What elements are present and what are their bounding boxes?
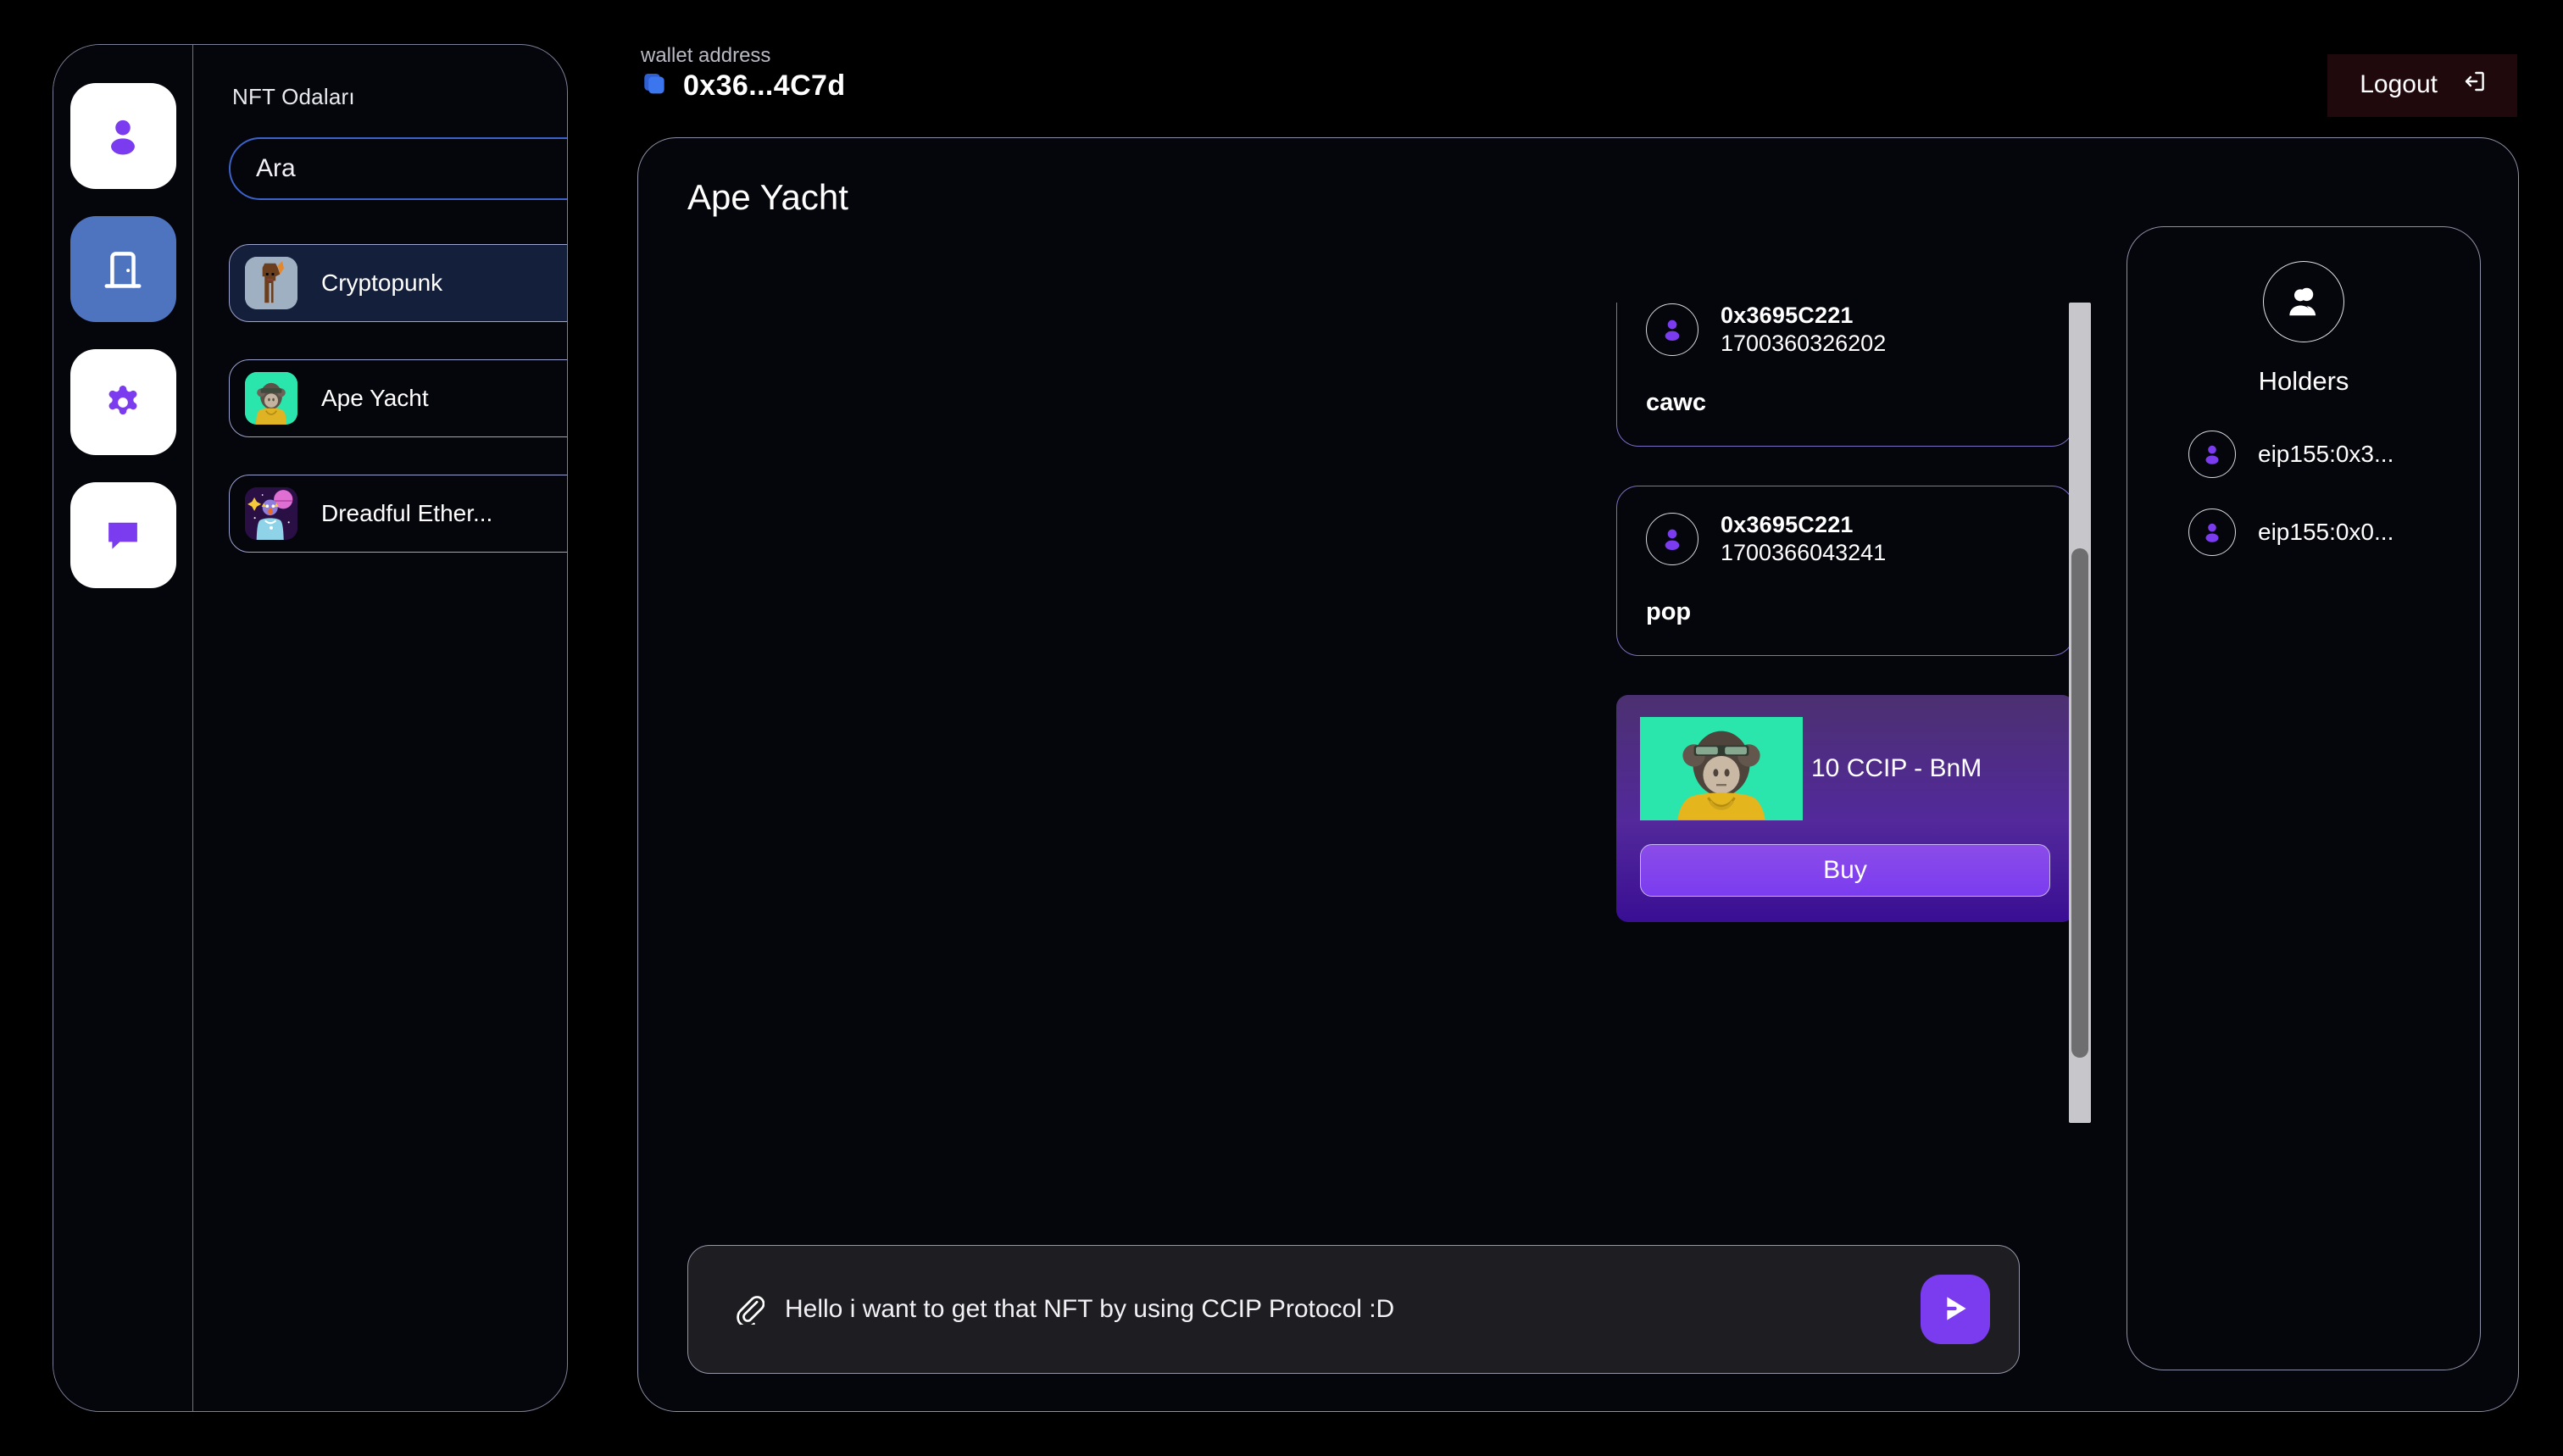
right-side: wallet address 0x36...4C7d Logout Ape Ya… <box>568 44 2519 1412</box>
message-meta: 0x3695C221 1700360326202 <box>1721 303 1886 357</box>
wallet-label: wallet address <box>641 44 771 67</box>
message-composer <box>687 1245 2020 1374</box>
holders-icon <box>2263 261 2344 342</box>
rooms-panel: NFT Odaları Ara Cryptopunk Ape Yacht Dre… <box>193 45 567 1411</box>
holder-name: eip155:0x3... <box>2258 441 2394 467</box>
message-sender: 0x3695C221 <box>1721 303 1854 328</box>
logout-button[interactable]: Logout <box>2327 54 2517 117</box>
rooms-title: NFT Odaları <box>232 84 355 109</box>
message-timestamp: 1700360326202 <box>1721 331 1887 356</box>
logout-button-label: Logout <box>2360 70 2438 98</box>
chat-bubble-icon <box>100 513 146 559</box>
ape-yacht-nft-image <box>1640 717 1803 820</box>
search-bar <box>229 137 567 200</box>
messages-stack: 0x3695C221 1700360326202 cawc 0x3695C221… <box>1616 303 2091 929</box>
icon-rail <box>53 45 193 1411</box>
message-sender: 0x3695C221 <box>1721 512 1854 537</box>
message-input[interactable] <box>785 1295 1900 1324</box>
message-header: 0x3695C221 1700360326202 <box>1646 303 2044 357</box>
wallet-block: wallet address 0x36...4C7d <box>637 44 846 103</box>
messages-region: 0x3695C221 1700360326202 cawc 0x3695C221… <box>687 231 2091 1226</box>
message-header: 0x3695C221 1700366043241 <box>1646 512 2044 566</box>
room-label: Ape Yacht <box>321 385 429 411</box>
user-avatar-icon <box>1646 513 1698 565</box>
messages-scrollbar[interactable] <box>2069 303 2091 1123</box>
page-title: Ape Yacht <box>687 177 848 217</box>
dreadful-ether-thumb <box>245 487 297 540</box>
holder-name: eip155:0x0... <box>2258 519 2394 545</box>
profile-icon <box>97 110 149 163</box>
search-input[interactable] <box>256 154 567 183</box>
rail-item-settings[interactable] <box>69 349 176 455</box>
message-text: cawc <box>1646 389 1706 416</box>
topbar: wallet address 0x36...4C7d Logout <box>637 44 2519 125</box>
message-text: pop <box>1646 598 1692 625</box>
messages-scrollbar-thumb[interactable] <box>2071 548 2088 1058</box>
message-timestamp: 1700366043241 <box>1721 540 1887 565</box>
rail-item-profile[interactable] <box>69 83 176 189</box>
wallet-cards-icon <box>641 69 670 103</box>
app-root: NFT Odaları Ara Cryptopunk Ape Yacht Dre… <box>0 0 2563 1456</box>
door-icon <box>96 242 150 297</box>
send-icon <box>1938 1291 1973 1329</box>
main-card: Ape Yacht 0x3695C221 1700360326202 cawc … <box>637 137 2519 1412</box>
user-avatar-icon <box>2188 508 2236 556</box>
room-label: Dreadful Ether... <box>321 500 493 526</box>
chat-column: Ape Yacht 0x3695C221 1700360326202 cawc … <box>687 177 2091 1374</box>
message-meta: 0x3695C221 1700366043241 <box>1721 512 1886 566</box>
nft-offer-row: 10 CCIP - BnM <box>1640 717 2050 820</box>
wallet-address-row[interactable]: 0x36...4C7d <box>641 69 846 103</box>
gear-icon <box>100 380 146 425</box>
user-avatar-icon <box>1646 303 1698 356</box>
holders-title: Holders <box>2258 366 2349 396</box>
nft-offer-price: 10 CCIP - BnM <box>1811 754 1982 782</box>
wallet-address: 0x36...4C7d <box>683 69 846 102</box>
message-bubble: 0x3695C221 1700360326202 cawc <box>1616 303 2074 447</box>
ape-yacht-thumb <box>245 372 297 425</box>
holder-list-item[interactable]: eip155:0x3... <box>2127 431 2480 478</box>
rail-item-rooms[interactable] <box>69 216 176 322</box>
attach-button[interactable] <box>732 1292 765 1328</box>
messages-scroll-area: 0x3695C221 1700360326202 cawc 0x3695C221… <box>687 303 2091 1123</box>
room-item-ape-yacht[interactable]: Ape Yacht <box>229 359 567 437</box>
room-item-cryptopunk[interactable]: Cryptopunk <box>229 244 567 322</box>
buy-button[interactable]: Buy <box>1640 844 2050 897</box>
left-shell: NFT Odaları Ara Cryptopunk Ape Yacht Dre… <box>53 44 568 1412</box>
holder-list-item[interactable]: eip155:0x0... <box>2127 508 2480 556</box>
holders-panel: Holders eip155:0x3... eip155:0x0... <box>2127 226 2481 1370</box>
user-avatar-icon <box>2188 431 2236 478</box>
rail-item-chat[interactable] <box>69 482 176 588</box>
message-bubble: 0x3695C221 1700366043241 pop <box>1616 486 2074 656</box>
send-button[interactable] <box>1921 1275 1990 1344</box>
cryptopunk-thumb <box>245 257 297 309</box>
nft-offer-card: 10 CCIP - BnM Buy <box>1616 695 2074 922</box>
room-label: Cryptopunk <box>321 270 443 296</box>
paperclip-icon <box>732 1292 765 1328</box>
logout-icon <box>2461 68 2488 102</box>
room-item-dreadful-ether[interactable]: Dreadful Ether... <box>229 475 567 553</box>
